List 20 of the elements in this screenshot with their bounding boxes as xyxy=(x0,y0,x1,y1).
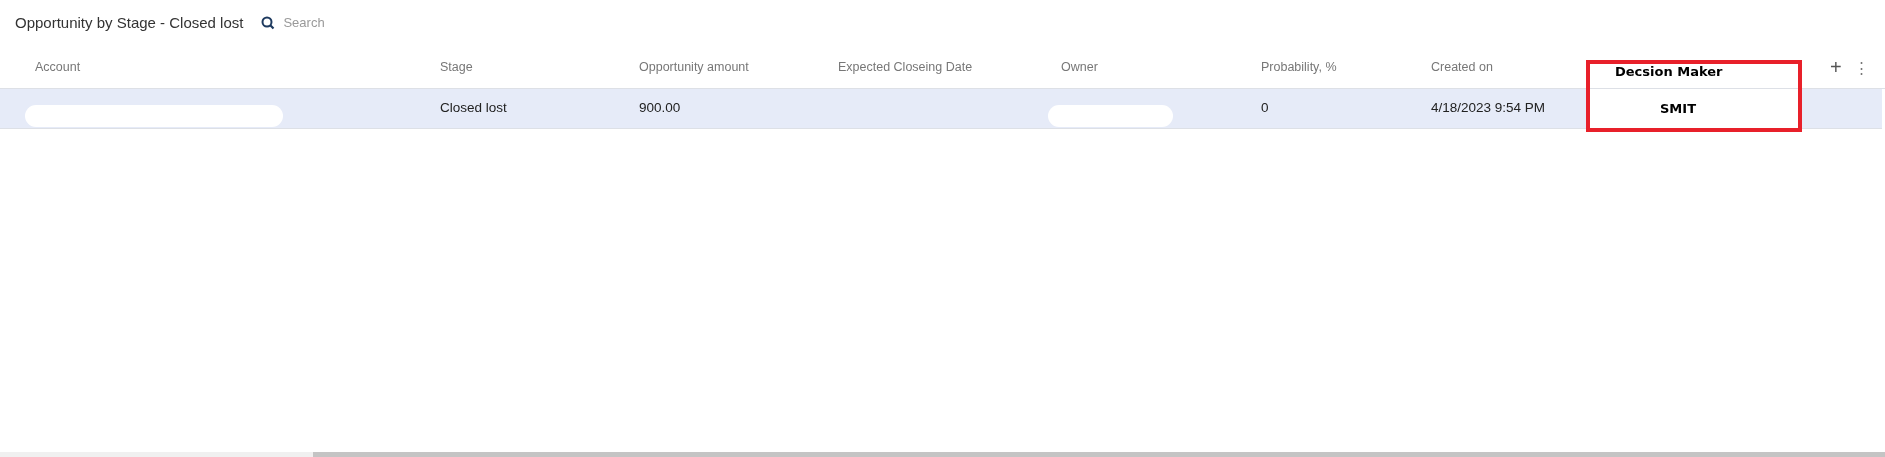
table-cell-text: Closed lost xyxy=(439,99,507,118)
search-field[interactable]: Search xyxy=(283,13,444,33)
column-header[interactable]: Decsion Maker xyxy=(1590,52,1723,82)
table-cell-text: 4/18/2023 9:54 PM xyxy=(1430,99,1546,118)
add-column-button[interactable]: + xyxy=(1830,57,1842,77)
column-header[interactable]: Probability, % xyxy=(1246,57,1337,77)
column-header[interactable]: Stage xyxy=(425,57,473,77)
table-cell-text: 900.00 xyxy=(638,99,681,118)
report-title: Opportunity by Stage - Closed lost xyxy=(15,12,244,33)
column-header[interactable]: Expected Closeing Date xyxy=(823,57,973,77)
search-icon xyxy=(261,16,276,30)
more-button[interactable]: ⋮ xyxy=(1853,59,1869,75)
column-header[interactable]: Account xyxy=(20,57,81,77)
column-header[interactable]: Opportunity amount xyxy=(624,57,749,77)
table-cell-text: 0 xyxy=(1260,99,1269,118)
table-cell-text: SMIT xyxy=(1659,99,1696,118)
column-header[interactable]: Created on xyxy=(1416,57,1493,77)
scrollbar-thumb[interactable] xyxy=(313,452,1885,457)
column-header[interactable]: Owner xyxy=(1046,57,1098,77)
table-row[interactable]: Closed lost 900.00 0 4/18/2023 9:54 PM SMIT xyxy=(0,89,1882,129)
